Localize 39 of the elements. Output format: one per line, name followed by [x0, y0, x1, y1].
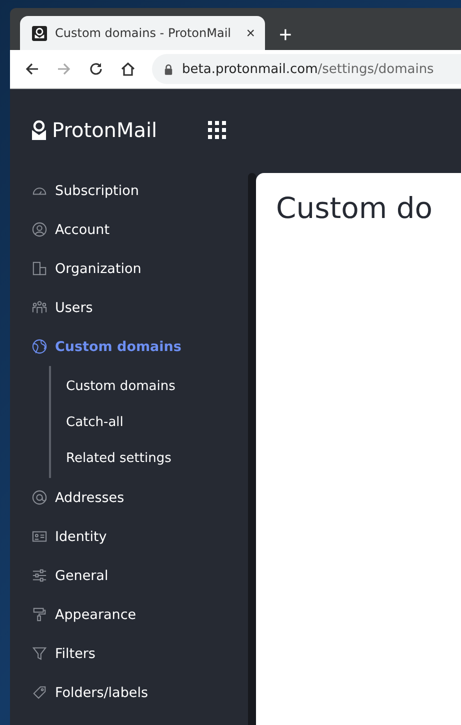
user-icon — [32, 222, 47, 237]
sidebar-item[interactable]: Addresses — [32, 478, 124, 517]
sidebar-item[interactable]: Organization — [32, 249, 142, 288]
new-tab-button[interactable]: + — [275, 20, 296, 50]
sidebar-item[interactable]: Identity — [32, 517, 107, 556]
sidebar-item[interactable]: Appearance — [32, 595, 136, 634]
sidebar-item[interactable]: General — [32, 556, 108, 595]
back-icon[interactable] — [24, 61, 40, 77]
sidebar-item[interactable]: Subscription — [32, 171, 139, 210]
app-grid-icon[interactable] — [208, 121, 226, 139]
tab-title: Custom domains - ProtonMail — [55, 26, 232, 40]
users-icon — [32, 300, 47, 315]
sidebar-item[interactable]: Folders/labels — [32, 673, 148, 712]
paint-roller-icon — [32, 607, 47, 622]
sidebar-subitem[interactable]: Custom domains — [51, 368, 176, 404]
sidebar-subitem[interactable]: Related settings — [51, 440, 172, 476]
sidebar-item[interactable]: Account — [32, 210, 110, 249]
globe-icon — [32, 339, 47, 354]
sidebar-item[interactable]: Custom domains — [32, 327, 182, 366]
sidebar-item[interactable]: Filters — [32, 634, 96, 673]
reload-icon[interactable] — [88, 61, 104, 77]
filter-icon — [32, 646, 47, 661]
sidebar-item[interactable]: Users — [32, 288, 93, 327]
logo-text: ProtonMail — [52, 118, 158, 142]
at-sign-icon — [32, 490, 47, 505]
close-button[interactable]: × — [246, 26, 255, 40]
sliders-icon — [32, 568, 47, 583]
building-icon — [32, 261, 47, 276]
logo-icon — [32, 120, 46, 140]
browser-tab[interactable]: Custom domains - ProtonMail × — [20, 16, 265, 50]
lock-icon — [164, 64, 173, 74]
home-icon[interactable] — [120, 61, 136, 77]
mail-icon — [32, 26, 47, 40]
id-card-icon — [32, 529, 47, 544]
page-title: Custom do — [276, 191, 434, 225]
address-field[interactable]: beta.protonmail.com/settings/domains — [152, 54, 461, 84]
sidebar-subitem[interactable]: Catch-all — [51, 404, 124, 440]
tag-icon — [32, 685, 47, 700]
url-text: beta.protonmail.com/settings/domains — [182, 62, 434, 76]
